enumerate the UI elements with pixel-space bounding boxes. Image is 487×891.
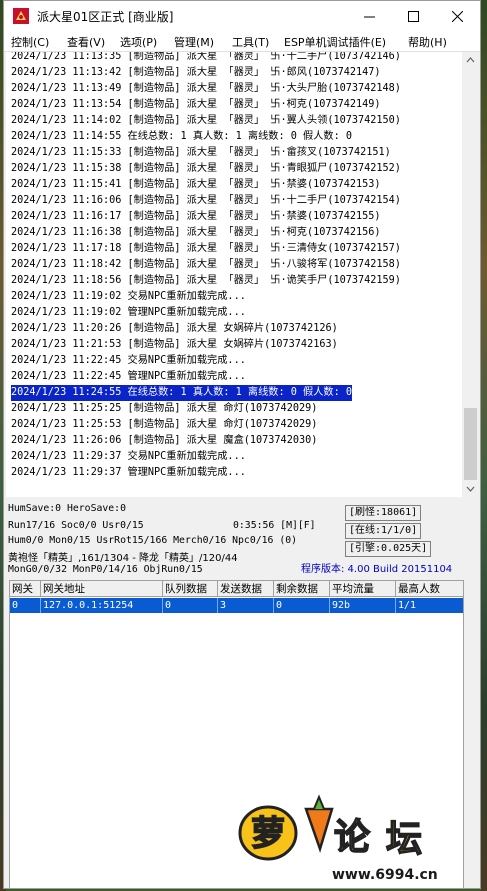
logo-url: www.6994.cn	[332, 867, 438, 883]
status-run: Run17/16 Soc0/0 Usr0/15	[8, 520, 144, 531]
scroll-up-icon[interactable]	[462, 54, 479, 66]
log-scrollbar[interactable]	[462, 52, 479, 497]
status-boss: 黄袍怪「精英」,161/1304 - 降龙「精英」/120/44	[8, 553, 238, 564]
column-header-sent[interactable]: 发送数据	[218, 581, 274, 597]
column-header-queue[interactable]: 队列数据	[163, 581, 218, 597]
log-line[interactable]: 2024/1/23 11:25:25 [制造物品] 派大星 命灯(1073742…	[11, 401, 317, 417]
log-line[interactable]: 2024/1/23 11:18:56 [制造物品] 派大星 「器灵」 卐·诡笑手…	[11, 273, 401, 289]
log-line[interactable]: 2024/1/23 11:20:26 [制造物品] 派大星 女娲碎片(10737…	[11, 321, 338, 337]
menu-esp-plugin[interactable]: ESP单机调试插件(E)	[284, 34, 386, 50]
status-mon: MonG0/0/32 MonP0/14/16 ObjRun0/15	[8, 564, 203, 575]
menu-help[interactable]: 帮助(H)	[408, 34, 447, 50]
log-line[interactable]: 2024/1/23 11:15:38 [制造物品] 派大星 「器灵」 卐·青眼狐…	[11, 161, 401, 177]
logo-char-1: 萝	[251, 814, 285, 854]
cell-queue: 0	[163, 598, 218, 613]
logo-char-3: 论	[334, 817, 371, 858]
log-line[interactable]: 2024/1/23 11:13:49 [制造物品] 派大星 「器灵」 卐·大头尸…	[11, 81, 401, 97]
scroll-down-icon[interactable]	[462, 483, 479, 495]
maximize-button[interactable]	[391, 1, 435, 31]
log-line[interactable]: 2024/1/23 11:15:41 [制造物品] 派大星 「器灵」 卐·禁婆(…	[11, 177, 381, 193]
close-button[interactable]	[435, 1, 479, 31]
scroll-thumb[interactable]	[464, 408, 477, 480]
log-line[interactable]: 2024/1/23 11:22:45 管理NPC重新加载完成...	[11, 369, 246, 385]
cell-remaining: 0	[274, 598, 330, 613]
log-line[interactable]: 2024/1/23 11:16:17 [制造物品] 派大星 「器灵」 卐·禁婆(…	[11, 209, 381, 225]
log-list[interactable]: 2024/1/23 11:13:35 [制造物品] 派大星 「器灵」 卐·十二手…	[6, 52, 462, 497]
maximize-icon	[408, 11, 419, 22]
log-line[interactable]: 2024/1/23 11:13:35 [制造物品] 派大星 「器灵」 卐·十二手…	[11, 52, 401, 65]
log-line[interactable]: 2024/1/23 11:18:42 [制造物品] 派大星 「器灵」 卐·八骏将…	[11, 257, 401, 273]
log-line[interactable]: 2024/1/23 11:19:02 交易NPC重新加载完成...	[11, 289, 246, 305]
log-line[interactable]: 2024/1/23 11:26:06 [制造物品] 派大星 魔盒(1073742…	[11, 433, 317, 449]
background-right	[481, 0, 487, 891]
refresh-monster-counter: [刷怪:18061]	[345, 505, 422, 521]
online-counter: [在线:1/1/0]	[345, 523, 422, 539]
column-header-address[interactable]: 网关地址	[41, 581, 163, 597]
table-row[interactable]: 0 127.0.0.1:51254 0 3 0 92b 1/1	[10, 598, 463, 613]
log-line[interactable]: 2024/1/23 11:13:42 [制造物品] 派大星 「器灵」 卐·郎风(…	[11, 65, 381, 81]
log-line[interactable]: 2024/1/23 11:15:33 [制造物品] 派大星 「器灵」 卐·畲孩叉…	[11, 145, 391, 161]
cell-gateway: 0	[10, 598, 41, 613]
minimize-button[interactable]	[347, 1, 391, 31]
minimize-icon	[364, 16, 375, 18]
log-line[interactable]: 2024/1/23 11:16:38 [制造物品] 派大星 「器灵」 卐·柯克(…	[11, 225, 381, 241]
log-line[interactable]: 2024/1/23 11:13:54 [制造物品] 派大星 「器灵」 卐·柯克(…	[11, 97, 381, 113]
menu-options[interactable]: 选项(P)	[120, 34, 157, 50]
close-icon	[452, 11, 463, 22]
log-line[interactable]: 2024/1/23 11:14:02 [制造物品] 派大星 「器灵」 卐·翼人头…	[11, 113, 401, 129]
status-humsave: HumSave:0 HeroSave:0	[8, 503, 126, 514]
program-version: 程序版本: 4.00 Build 20151104	[301, 564, 453, 575]
status-hum: Hum0/0 Mon0/15 UsrRot15/166 Merch0/16 Np…	[8, 535, 298, 546]
log-line-selected[interactable]: 2024/1/23 11:24:55 在线总数: 1 真人数: 1 离线数: 0…	[11, 385, 352, 401]
status-timer: 0:35:56 [M][F]	[233, 520, 316, 531]
server-window: 派大星01区正式 [商业版] 控制(C) 查看(V) 选项(P) 管理(M) 工…	[3, 0, 481, 889]
menu-manage[interactable]: 管理(M)	[174, 34, 214, 50]
menu-tools[interactable]: 工具(T)	[232, 34, 269, 50]
menu-bar: 控制(C) 查看(V) 选项(P) 管理(M) 工具(T) ESP单机调试插件(…	[4, 31, 480, 52]
log-line[interactable]: 2024/1/23 11:22:45 交易NPC重新加载完成...	[11, 353, 246, 369]
cell-avg-traffic: 92b	[330, 598, 396, 613]
cell-address: 127.0.0.1:51254	[41, 598, 163, 613]
log-line[interactable]: 2024/1/23 11:21:53 [制造物品] 派大星 女娲碎片(10737…	[11, 337, 338, 353]
window-title: 派大星01区正式 [商业版]	[37, 10, 174, 24]
log-line[interactable]: 2024/1/23 11:14:55 在线总数: 1 真人数: 1 离线数: 0…	[11, 129, 352, 145]
log-line[interactable]: 2024/1/23 11:16:06 [制造物品] 派大星 「器灵」 卐·十二手…	[11, 193, 401, 209]
cell-sent: 3	[218, 598, 274, 613]
log-line[interactable]: 2024/1/23 11:19:02 管理NPC重新加载完成...	[11, 305, 246, 321]
engine-uptime: [引擎:0.025天]	[345, 541, 432, 557]
menu-control[interactable]: 控制(C)	[11, 34, 49, 50]
logo-char-4: 坛	[386, 819, 422, 860]
log-line[interactable]: 2024/1/23 11:17:18 [制造物品] 派大星 「器灵」 卐·三清侍…	[11, 241, 401, 257]
log-line[interactable]: 2024/1/23 11:29:37 管理NPC重新加载完成...	[11, 465, 246, 481]
column-header-gateway[interactable]: 网关	[10, 581, 41, 597]
app-icon	[13, 8, 29, 24]
column-header-remaining[interactable]: 剩余数据	[274, 581, 330, 597]
cell-max-users: 1/1	[398, 600, 417, 611]
menu-view[interactable]: 查看(V)	[67, 34, 105, 50]
log-line[interactable]: 2024/1/23 11:29:37 交易NPC重新加载完成...	[11, 449, 246, 465]
title-bar: 派大星01区正式 [商业版]	[4, 1, 480, 31]
column-header-max-users[interactable]: 最高人数	[396, 581, 463, 597]
column-header-avg-traffic[interactable]: 平均流量	[330, 581, 396, 597]
log-line[interactable]: 2024/1/23 11:25:53 [制造物品] 派大星 命灯(1073742…	[11, 417, 317, 433]
forum-watermark-logo: 萝 论 坛 www.6994.cn	[238, 794, 438, 883]
